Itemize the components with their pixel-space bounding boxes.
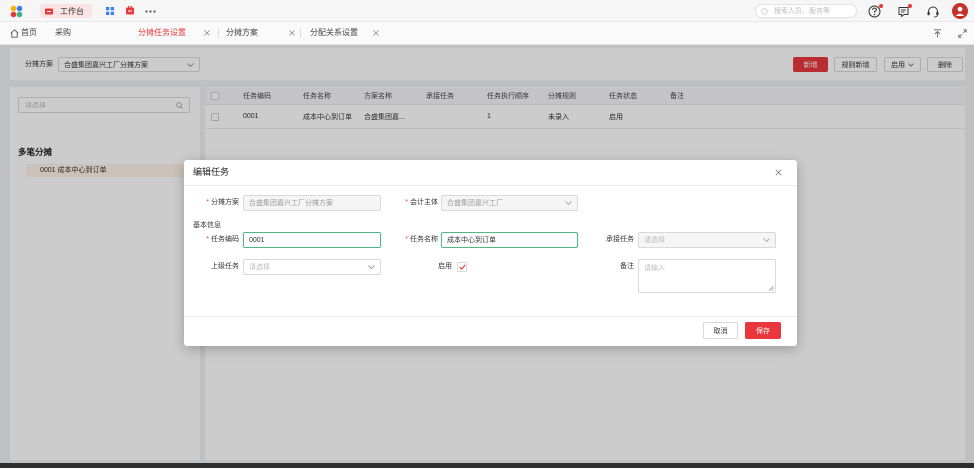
task-code-label-text: 任务编码 <box>211 236 239 243</box>
app-grid-icon[interactable] <box>106 7 114 15</box>
enabled-checkbox[interactable] <box>457 262 467 272</box>
chevron-down-icon <box>565 201 572 205</box>
accounting-entity-value: 合盛集团嘉兴工厂 <box>447 200 503 207</box>
task-name-field[interactable] <box>441 232 578 248</box>
required-mark: * <box>405 199 408 206</box>
task-name-label: * 任务名称 <box>384 232 438 248</box>
basic-info-section-title: 基本信息 <box>193 222 221 229</box>
fullscreen-icon[interactable] <box>958 29 967 38</box>
workbench-label: 工作台 <box>60 6 84 16</box>
task-name-label-text: 任务名称 <box>410 236 438 243</box>
save-button-label: 保存 <box>756 327 770 335</box>
edit-task-dialog: 编辑任务 *分摊方案 *会计主体 合盛集团嘉兴工厂 基本信息 *任务编码 *任务… <box>184 160 797 346</box>
required-mark: * <box>206 199 209 206</box>
dialog-footer-divider <box>184 316 797 317</box>
tab-divider <box>218 28 219 38</box>
tab-divider <box>300 28 301 38</box>
scheme-label-text: 分摊方案 <box>211 199 239 206</box>
global-search-input[interactable]: 搜索人员、服务等 <box>755 4 857 18</box>
tab-allocation-relation-settings[interactable]: 分配关系设置 <box>310 22 358 44</box>
cancel-button-label: 取消 <box>713 327 728 335</box>
accounting-entity-label: * 会计主体 <box>384 195 438 211</box>
checkmark-icon <box>458 264 466 270</box>
workbench-button[interactable]: 工作台 <box>40 4 92 18</box>
close-tab-icon[interactable] <box>373 30 379 36</box>
dialog-title: 编辑任务 <box>193 167 230 177</box>
accounting-entity-select: 合盛集团嘉兴工厂 <box>441 195 578 211</box>
receive-task-select[interactable]: 请选择 <box>638 232 776 248</box>
close-tab-icon[interactable] <box>204 30 210 36</box>
required-mark: * <box>206 236 209 243</box>
global-search-placeholder: 搜索人员、服务等 <box>774 8 830 15</box>
more-apps-icon[interactable] <box>145 10 156 13</box>
save-button[interactable]: 保存 <box>745 322 781 339</box>
user-avatar[interactable] <box>952 3 968 19</box>
chevron-down-icon <box>763 238 770 242</box>
cancel-button[interactable]: 取消 <box>703 322 738 339</box>
scheme-field-label: * 分摊方案 <box>184 195 239 211</box>
remark-textarea[interactable] <box>638 259 776 293</box>
dialog-header-divider <box>184 185 797 186</box>
workbench-icon <box>45 8 53 14</box>
app-shortcut-icon[interactable] <box>126 6 134 15</box>
app-logo-icon[interactable] <box>10 5 23 18</box>
required-mark: * <box>405 236 408 243</box>
enabled-label: 启用 <box>438 263 452 270</box>
parent-task-placeholder: 请选择 <box>249 264 270 271</box>
close-tab-icon[interactable] <box>289 30 295 36</box>
help-notification-dot <box>879 4 883 8</box>
search-icon <box>761 7 768 15</box>
tab-purchase[interactable]: 采购 <box>55 22 71 44</box>
remark-label: 备注 <box>620 263 634 270</box>
pin-top-icon[interactable] <box>933 29 942 38</box>
window-bottom-edge <box>0 463 974 468</box>
message-notification-dot <box>908 4 912 8</box>
tab-home[interactable]: 首页 <box>21 22 37 44</box>
parent-task-select[interactable]: 请选择 <box>243 259 381 275</box>
headset-support-icon[interactable] <box>926 5 940 18</box>
home-icon[interactable] <box>10 29 19 38</box>
tab-allocation-scheme[interactable]: 分摊方案 <box>226 22 258 44</box>
chevron-down-icon <box>368 265 375 269</box>
scheme-field <box>243 195 381 211</box>
resize-handle-icon[interactable] <box>768 285 774 291</box>
receive-task-label: 承接任务 <box>606 236 634 243</box>
top-app-bar: 工作台 搜索人员、服务等 <box>0 0 974 22</box>
tab-allocation-task-settings[interactable]: 分摊任务设置 <box>138 22 186 44</box>
task-code-field[interactable] <box>243 232 381 248</box>
close-icon[interactable] <box>775 169 782 176</box>
receive-task-placeholder: 请选择 <box>644 237 665 244</box>
accounting-entity-label-text: 会计主体 <box>410 199 438 206</box>
page-tab-bar: 首页 采购 分摊任务设置 分摊方案 分配关系设置 <box>0 22 974 45</box>
parent-task-label: 上级任务 <box>211 263 239 270</box>
task-code-label: * 任务编码 <box>184 232 239 248</box>
